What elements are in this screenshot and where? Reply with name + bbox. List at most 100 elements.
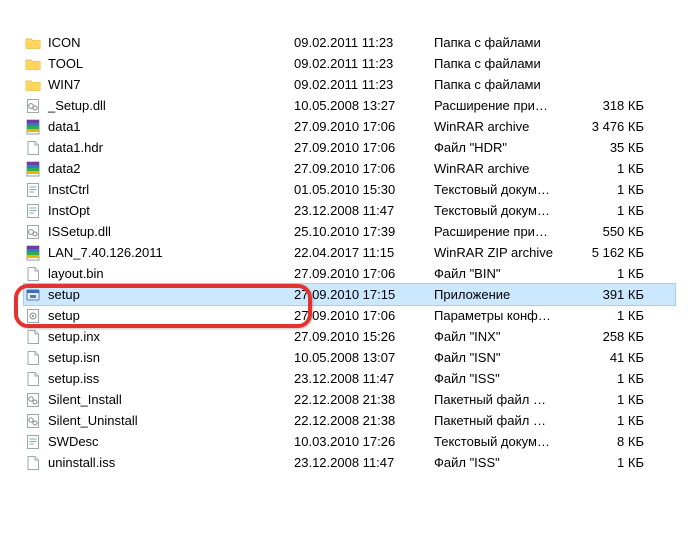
file-name: Silent_Uninstall — [48, 413, 138, 428]
file-type: WinRAR ZIP archive — [434, 245, 574, 260]
file-name: SWDesc — [48, 434, 99, 449]
file-row[interactable]: ICON09.02.2011 11:23Папка с файлами — [24, 32, 675, 53]
file-date: 09.02.2011 11:23 — [294, 77, 434, 92]
file-name: TOOL — [48, 56, 83, 71]
file-type: Файл "HDR" — [434, 140, 574, 155]
file-date: 27.09.2010 17:06 — [294, 119, 434, 134]
file-name: LAN_7.40.126.2011 — [48, 245, 163, 260]
file-row[interactable]: InstCtrl01.05.2010 15:30Текстовый докум…… — [24, 179, 675, 200]
file-size: 41 КБ — [574, 350, 644, 365]
file-size: 1 КБ — [574, 203, 644, 218]
file-icon — [24, 370, 42, 388]
file-name: setup — [48, 308, 80, 323]
file-name: InstOpt — [48, 203, 90, 218]
file-date: 27.09.2010 17:06 — [294, 161, 434, 176]
file-row[interactable]: SWDesc10.03.2010 17:26Текстовый докум…8 … — [24, 431, 675, 452]
file-type: Файл "ISS" — [434, 455, 574, 470]
txt-icon — [24, 202, 42, 220]
bat-icon — [24, 391, 42, 409]
file-name: setup — [48, 287, 80, 302]
file-type: Файл "BIN" — [434, 266, 574, 281]
file-type: Папка с файлами — [434, 56, 574, 71]
file-type: Папка с файлами — [434, 77, 574, 92]
file-row[interactable]: data227.09.2010 17:06WinRAR archive1 КБ — [24, 158, 675, 179]
file-row[interactable]: TOOL 09.02.2011 11:23Папка с файлами — [24, 53, 675, 74]
file-date: 27.09.2010 17:06 — [294, 308, 434, 323]
rar-icon — [24, 118, 42, 136]
file-type: Приложение — [434, 287, 574, 302]
bat-icon — [24, 412, 42, 430]
file-date: 27.09.2010 15:26 — [294, 329, 434, 344]
file-date: 10.03.2010 17:26 — [294, 434, 434, 449]
txt-icon — [24, 433, 42, 451]
file-row[interactable]: _Setup.dll10.05.2008 13:27Расширение при… — [24, 95, 675, 116]
dll-icon — [24, 223, 42, 241]
file-size: 1 КБ — [574, 266, 644, 281]
file-row[interactable]: layout.bin 27.09.2010 17:06Файл "BIN"1 КБ — [24, 263, 675, 284]
file-name: data1 — [48, 119, 81, 134]
file-date: 22.04.2017 11:15 — [294, 245, 434, 260]
txt-icon — [24, 181, 42, 199]
file-date: 27.09.2010 17:06 — [294, 140, 434, 155]
file-date: 27.09.2010 17:15 — [294, 287, 434, 302]
file-icon — [24, 265, 42, 283]
file-date: 22.12.2008 21:38 — [294, 392, 434, 407]
file-row[interactable]: setup.isn10.05.2008 13:07Файл "ISN"41 КБ — [24, 347, 675, 368]
file-row[interactable]: data1 27.09.2010 17:06WinRAR archive3 476… — [24, 116, 675, 137]
file-type: Текстовый докум… — [434, 182, 574, 197]
file-type: Пакетный файл … — [434, 413, 574, 428]
file-type: Файл "ISS" — [434, 371, 574, 386]
file-date: 27.09.2010 17:06 — [294, 266, 434, 281]
file-row[interactable]: LAN_7.40.126.2011 22.04.2017 11:15WinRAR … — [24, 242, 675, 263]
file-row[interactable]: uninstall.iss23.12.2008 11:47Файл "ISS"1… — [24, 452, 675, 473]
file-icon — [24, 349, 42, 367]
file-row[interactable]: Silent_Uninstall22.12.2008 21:38Пакетный… — [24, 410, 675, 431]
dll-icon — [24, 97, 42, 115]
file-type: Текстовый докум… — [434, 203, 574, 218]
file-row[interactable]: ISSetup.dll25.10.2010 17:39Расширение пр… — [24, 221, 675, 242]
file-type: WinRAR archive — [434, 119, 574, 134]
file-icon — [24, 328, 42, 346]
file-date: 01.05.2010 15:30 — [294, 182, 434, 197]
file-name: data2 — [48, 161, 81, 176]
file-type: Пакетный файл … — [434, 392, 574, 407]
file-date: 09.02.2011 11:23 — [294, 56, 434, 71]
file-row[interactable]: setup27.09.2010 17:06Параметры конф…1 КБ — [24, 305, 675, 326]
file-row[interactable]: InstOpt23.12.2008 11:47Текстовый докум…1… — [24, 200, 675, 221]
file-type: Расширение при… — [434, 224, 574, 239]
file-type: Файл "INX" — [434, 329, 574, 344]
file-list: ICON09.02.2011 11:23Папка с файлами TOOL 0… — [0, 0, 699, 473]
file-date: 25.10.2010 17:39 — [294, 224, 434, 239]
file-size: 1 КБ — [574, 161, 644, 176]
file-size: 8 КБ — [574, 434, 644, 449]
file-size: 35 КБ — [574, 140, 644, 155]
file-row[interactable]: WIN7 09.02.2011 11:23Папка с файлами — [24, 74, 675, 95]
file-date: 10.05.2008 13:27 — [294, 98, 434, 113]
file-icon — [24, 139, 42, 157]
file-type: Расширение при… — [434, 98, 574, 113]
folder-icon — [24, 55, 42, 73]
file-size: 1 КБ — [574, 392, 644, 407]
file-row[interactable]: data1.hdr27.09.2010 17:06Файл "HDR"35 КБ — [24, 137, 675, 158]
exe-icon — [24, 286, 42, 304]
file-size: 258 КБ — [574, 329, 644, 344]
file-size: 3 476 КБ — [574, 119, 644, 134]
file-row[interactable]: setup27.09.2010 17:15Приложение391 КБ — [23, 283, 676, 306]
file-icon — [24, 454, 42, 472]
file-size: 1 КБ — [574, 413, 644, 428]
file-name: layout.bin — [48, 266, 104, 281]
folder-icon — [24, 34, 42, 52]
file-date: 10.05.2008 13:07 — [294, 350, 434, 365]
file-row[interactable]: setup.iss23.12.2008 11:47Файл "ISS"1 КБ — [24, 368, 675, 389]
file-type: Папка с файлами — [434, 35, 574, 50]
file-name: Silent_Install — [48, 392, 122, 407]
rar-icon — [24, 244, 42, 262]
cfg-icon — [24, 307, 42, 325]
file-name: setup.isn — [48, 350, 100, 365]
file-name: WIN7 — [48, 77, 81, 92]
file-size: 5 162 КБ — [574, 245, 644, 260]
file-size: 318 КБ — [574, 98, 644, 113]
file-row[interactable]: setup.inx27.09.2010 15:26Файл "INX"258 К… — [24, 326, 675, 347]
file-row[interactable]: Silent_Install 22.12.2008 21:38Пакетный ф… — [24, 389, 675, 410]
file-type: Параметры конф… — [434, 308, 574, 323]
